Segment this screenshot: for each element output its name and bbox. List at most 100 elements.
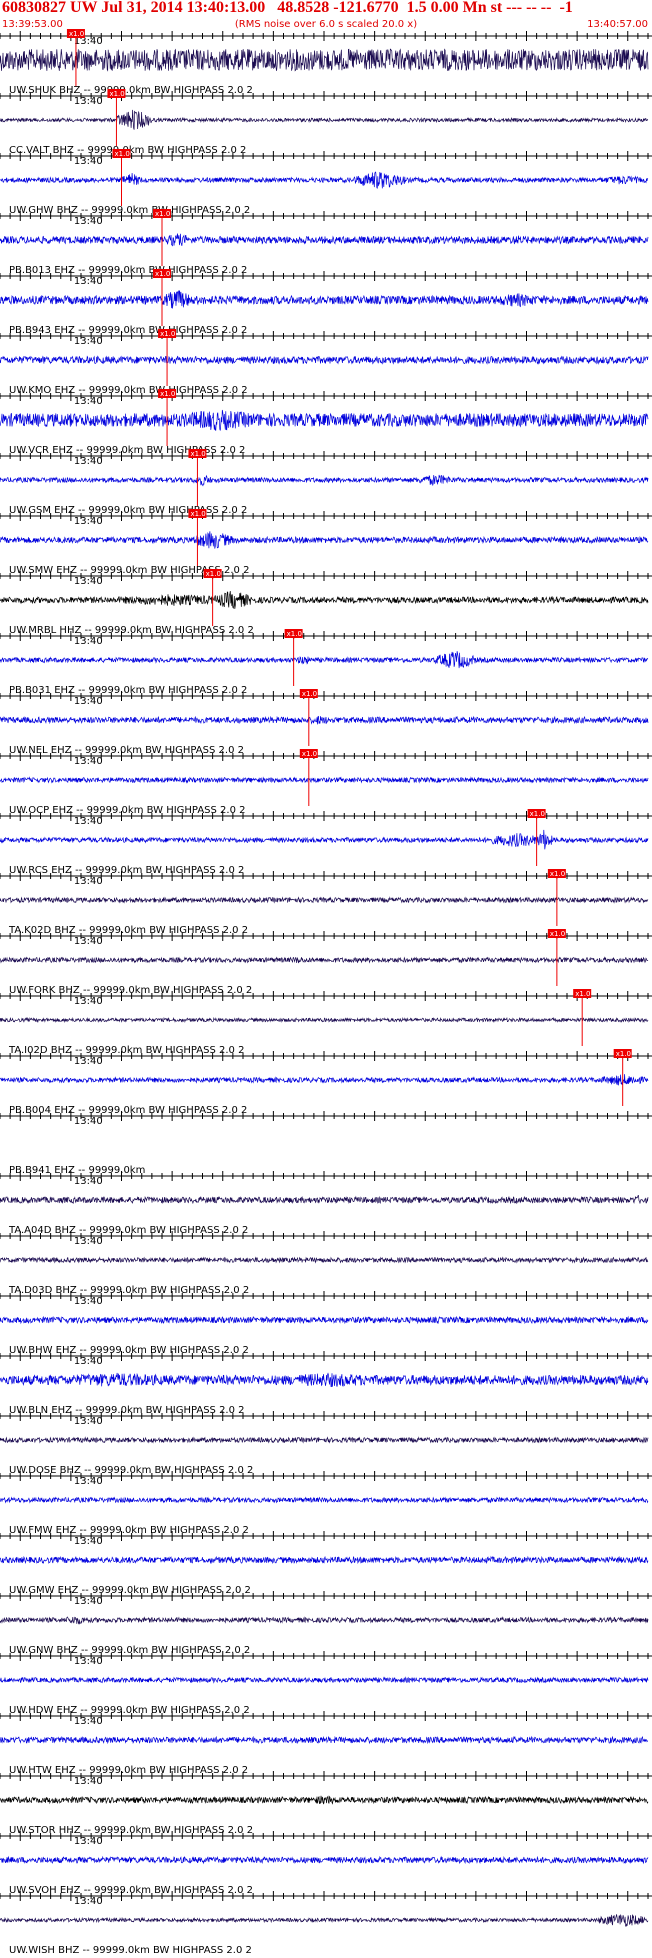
waveform (0, 109, 649, 130)
waveform (0, 1555, 649, 1565)
waveform (0, 591, 649, 610)
pick-label: x1.0 (160, 330, 175, 338)
station-label: PB.B004 EHZ -- 99999.0km BW HIGHPASS 2.0… (9, 1105, 247, 1116)
tick-label: 13:40 (74, 156, 103, 167)
tick-label: 13:40 (74, 696, 103, 707)
trace-ta-a04d: 13:40TA.A04D BHZ -- 99999.0km BW HIGHPAS… (0, 1171, 652, 1236)
waveform (0, 1436, 649, 1444)
station-label: PB.B943 EHZ -- 99999.0km BW HIGHPASS 2.0… (9, 325, 247, 336)
station-label: TA.K02D BHZ -- 99999.0km BW HIGHPASS 2.0… (8, 925, 248, 936)
station-label: UW.STOR HHZ -- 99999.0km BW HIGHPASS 2.0… (9, 1825, 253, 1836)
station-label: UW.NEL EHZ -- 99999.0km BW HIGHPASS 2.0 … (9, 745, 244, 756)
trace-uw-gsm: 13:40x1.0UW.GSM EHZ -- 99999.0km BW HIGH… (0, 449, 652, 516)
tick-label: 13:40 (74, 96, 103, 107)
waveform (0, 1372, 649, 1387)
tick-label: 13:40 (74, 996, 103, 1007)
trace-uw-fork: 13:40 x1.0 UW.FORK BHZ -- 99999.0km BW HIG… (0, 929, 652, 996)
trace-uw-fmw: 13:40UW.FMW EHZ -- 99999.0km BW HIGHPASS… (0, 1471, 652, 1536)
trace-pb-b941: 13:40 PB.B941 EHZ -- 99999.0km (0, 1111, 652, 1176)
tick-label: 13:40 (74, 1896, 103, 1907)
tick-label: 13:40 (74, 576, 103, 587)
tick-label: 13:40 (74, 336, 103, 347)
tick-label: 13:40 (74, 1596, 103, 1607)
waveform (0, 1195, 649, 1205)
trace-uw-shuk: 13:40x1.0UW.SHUK BHZ -- 99999.0km BW HIG… (0, 29, 652, 96)
station-label: UW.FORK BHZ -- 99999.0km BW HIGHPASS 2.0… (9, 985, 252, 996)
waveform (0, 1735, 649, 1745)
station-label: UW.GNW BHZ -- 99999.0km BW HIGHPASS 2.0 … (9, 1645, 250, 1656)
waveform (0, 233, 649, 247)
station-label: UW.OCP EHZ -- 99999.0km BW HIGHPASS 2.0 … (9, 805, 245, 816)
station-label: TA.I02D BHZ -- 99999.0km BW HIGHPASS 2.0… (8, 1045, 244, 1056)
trace-uw-hdw: 13:40 UW.HDW EHZ -- 99999.0km BW HIGHPASS… (0, 1651, 652, 1716)
trace-ta-k02d: 13:40 x1.0 TA.K02D BHZ -- 99999.0km BW HIG… (0, 869, 652, 936)
trace-uw-dose: 13:40UW.DOSE BHZ -- 99999.0km BW HIGHPAS… (0, 1411, 652, 1476)
pick-label: x1.0 (190, 510, 205, 518)
tick-label: 13:40 (74, 1176, 103, 1187)
trace-ta-i02d: 13:40 x1.0 TA.I02D BHZ -- 99999.0km BW HIG… (0, 989, 652, 1056)
waveform (0, 1496, 649, 1504)
pick-label: x1.0 (530, 810, 545, 818)
station-label: UW.GHW BHZ -- 99999.0km BW HIGHPASS 2.0 … (9, 205, 250, 216)
station-label: UW.GSM EHZ -- 99999.0km BW HIGHPASS 2.0 … (9, 505, 247, 516)
station-label: PB.B013 EHZ -- 99999.0km BW HIGHPASS 2.0… (9, 265, 247, 276)
waveform (0, 1016, 649, 1024)
tick-label: 13:40 (74, 936, 103, 947)
seismogram-plot: 13:40x1.0UW.SHUK BHZ -- 99999.0km BW HIG… (0, 29, 652, 1956)
waveform (0, 409, 649, 431)
trace-uw-mrbl: 13:40x1.0UW.MRBL HHZ -- 99999.0km BW HIG… (0, 569, 652, 636)
waveform (0, 896, 649, 904)
waveform (0, 956, 649, 964)
tick-label: 13:40 (74, 636, 103, 647)
waveform (0, 776, 649, 784)
trace-uw-htw: 13:40UW.HTW EHZ -- 99999.0km BW HIGHPASS… (0, 1711, 652, 1776)
trace-pb-b031: 13:40 x1.0 PB.B031 EHZ -- 99999.0km BW HIG… (0, 629, 652, 696)
tick-label: 13:40 (74, 876, 103, 887)
tick-label: 13:40 (74, 1296, 103, 1307)
tick-label: 13:40 (74, 1356, 103, 1367)
trace-uw-nel: 13:40 x1.0 UW.NEL EHZ -- 99999.0km BW HIGH… (0, 689, 652, 756)
waveform (0, 715, 649, 725)
trace-uw-kmo: 13:40x1.0UW.KMO EHZ -- 99999.0km BW HIGH… (0, 329, 652, 396)
station-label: PB.B031 EHZ -- 99999.0km BW HIGHPASS 2.0… (9, 685, 247, 696)
station-label: UW.RCS EHZ -- 99999.0km BW HIGHPASS 2.0 … (9, 865, 244, 876)
trace-uw-ocp: 13:40 x1.0 UW.OCP EHZ -- 99999.0km BW HIGH… (0, 749, 652, 816)
trace-cc-valt: 13:40x1.0CC.VALT BHZ -- 99999.0km BW HIG… (0, 89, 652, 156)
trace-uw-stor: 13:40 UW.STOR HHZ -- 99999.0km BW HIGHPAS… (0, 1771, 652, 1836)
trace-pb-b004: 13:40 x1.0 PB.B004 EHZ -- 99999.0km BW HIG… (0, 1049, 652, 1116)
pick-label: x1.0 (69, 30, 84, 38)
pick-label: x1.0 (575, 990, 590, 998)
tick-label: 13:40 (74, 1776, 103, 1787)
pick-label: x1.0 (550, 930, 565, 938)
station-label: UW.VCR EHZ -- 99999.0km BW HIGHPASS 2.0 … (9, 445, 245, 456)
pick-label: x1.0 (115, 150, 130, 158)
waveform (0, 1315, 649, 1325)
tick-label: 13:40 (74, 1536, 103, 1547)
tick-label: 13:40 (74, 1116, 103, 1127)
waveform (0, 48, 649, 72)
waveform (0, 1256, 649, 1264)
pick-label: x1.0 (160, 390, 175, 398)
pick-label: x1.0 (190, 450, 205, 458)
station-label: UW.GMW EHZ -- 99999.0km BW HIGHPASS 2.0 … (9, 1585, 251, 1596)
waveform (0, 1074, 649, 1086)
waveform (0, 355, 649, 365)
tick-label: 13:40 (74, 516, 103, 527)
trace-pb-b943: 13:40x1.0PB.B943 EHZ -- 99999.0km BW HIG… (0, 269, 652, 336)
tick-label: 13:40 (74, 816, 103, 827)
pick-label: x1.0 (287, 630, 302, 638)
waveform (0, 1855, 649, 1865)
tick-label: 13:40 (74, 1476, 103, 1487)
station-label: UW.KMO EHZ -- 99999.0km BW HIGHPASS 2.0 … (9, 385, 248, 396)
pick-label: x1.0 (550, 870, 565, 878)
tick-label: 13:40 (74, 216, 103, 227)
trace-uw-ghw: 13:40 x1.0 UW.GHW BHZ -- 99999.0km BW HIGH… (0, 149, 652, 216)
waveform (0, 1676, 649, 1684)
pick-label: x1.0 (155, 270, 170, 278)
waveform (0, 829, 649, 850)
waveform (0, 290, 649, 309)
waveform (0, 171, 649, 189)
pick-label: x1.0 (109, 90, 124, 98)
trace-ta-d03d: 13:40TA.D03D BHZ -- 99999.0km BW HIGHPAS… (0, 1231, 652, 1296)
station-label: UW.HDW EHZ -- 99999.0km BW HIGHPASS 2.0 … (9, 1705, 250, 1716)
